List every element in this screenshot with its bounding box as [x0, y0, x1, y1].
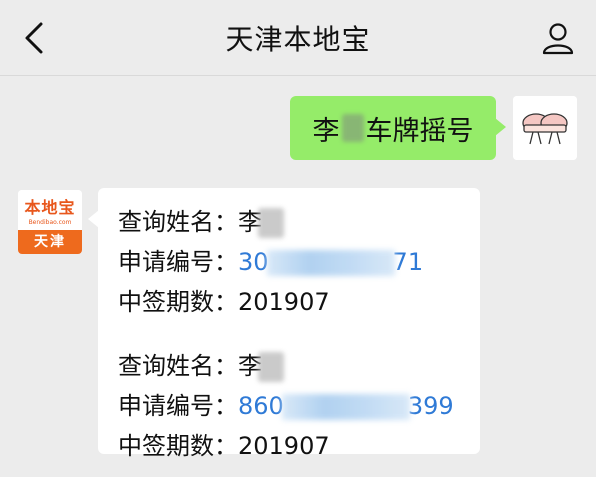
period-value: 201907	[238, 288, 330, 316]
bot-logo: 本地宝 Bendibao.com	[18, 190, 82, 230]
redacted-number	[266, 250, 395, 276]
bot-city-label: 天津	[18, 230, 82, 254]
application-row: 申请编号：30 71	[118, 242, 480, 282]
redacted-name	[258, 352, 284, 382]
bot-logo-text: 本地宝	[24, 198, 76, 217]
application-number-suffix[interactable]: 399	[408, 386, 454, 426]
application-number-prefix[interactable]: 860	[238, 386, 284, 426]
period-row: 中签期数：201907	[118, 426, 480, 466]
chat-area[interactable]: 李车牌摇号 本地宝 Bendibao.com 天津 查询姓名：李 申请编号：30…	[0, 76, 596, 477]
name-row: 查询姓名：李	[118, 346, 480, 386]
period-label: 中签期数：	[118, 432, 238, 460]
outgoing-message[interactable]: 李车牌摇号	[290, 96, 506, 160]
nav-bar: 天津本地宝	[0, 0, 596, 76]
period-value: 201907	[238, 432, 330, 460]
profile-button[interactable]	[538, 18, 578, 58]
application-number-suffix[interactable]: 71	[393, 242, 424, 282]
name-label: 查询姓名：	[118, 352, 238, 380]
name-row: 查询姓名：李	[118, 202, 480, 242]
application-number-prefix[interactable]: 30	[238, 242, 269, 282]
bot-avatar[interactable]: 本地宝 Bendibao.com 天津	[18, 190, 82, 254]
name-label: 查询姓名：	[118, 208, 238, 236]
period-label: 中签期数：	[118, 288, 238, 316]
outgoing-text-prefix: 李	[312, 115, 340, 147]
page-title: 天津本地宝	[225, 23, 371, 56]
bot-logo-subtext: Bendibao.com	[28, 219, 72, 226]
period-row: 中签期数：201907	[118, 282, 480, 322]
result-record: 查询姓名：李 申请编号：860 399 中签期数：201907	[118, 346, 480, 466]
person-icon	[542, 23, 574, 55]
result-record: 查询姓名：李 申请编号：30 71 中签期数：201907	[118, 202, 480, 322]
incoming-message[interactable]: 查询姓名：李 申请编号：30 71 中签期数：201907 查询姓名：李 申请编号…	[88, 188, 480, 460]
user-avatar[interactable]	[513, 96, 577, 160]
application-label: 申请编号：	[118, 392, 238, 420]
outgoing-text-suffix: 车牌摇号	[365, 115, 474, 147]
application-row: 申请编号：860 399	[118, 386, 480, 426]
redacted-number	[281, 394, 410, 420]
user-avatar-image	[513, 96, 577, 160]
application-label: 申请编号：	[118, 248, 238, 276]
redacted-name	[258, 208, 284, 238]
redacted-name	[341, 114, 364, 142]
